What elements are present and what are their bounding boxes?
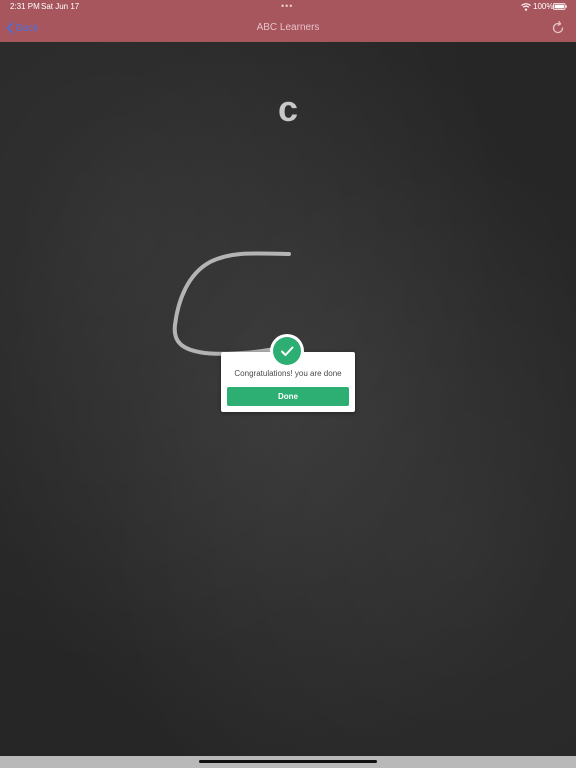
- navigation-bar: 2:31 PM Sat Jun 17 ••• 100% Back ABC Lea…: [0, 0, 576, 42]
- battery-icon: [553, 3, 567, 10]
- page-title: ABC Learners: [256, 22, 320, 33]
- refresh-icon[interactable]: [550, 20, 566, 36]
- checkmark-icon: [273, 337, 301, 365]
- multitasking-dots[interactable]: •••: [281, 1, 293, 11]
- battery-percentage: 100%: [533, 2, 554, 11]
- target-letter: c: [277, 88, 299, 129]
- status-bar: 2:31 PM Sat Jun 17 ••• 100%: [0, 0, 576, 14]
- home-bar-area: [0, 756, 576, 768]
- status-date: Sat Jun 17: [41, 2, 80, 11]
- home-indicator[interactable]: [199, 760, 377, 763]
- wifi-icon: [521, 3, 531, 11]
- done-button[interactable]: Done: [227, 387, 349, 406]
- status-time: 2:31 PM: [10, 2, 40, 11]
- success-badge: [270, 334, 304, 368]
- dialog-message: Congratulations! you are done: [234, 369, 342, 378]
